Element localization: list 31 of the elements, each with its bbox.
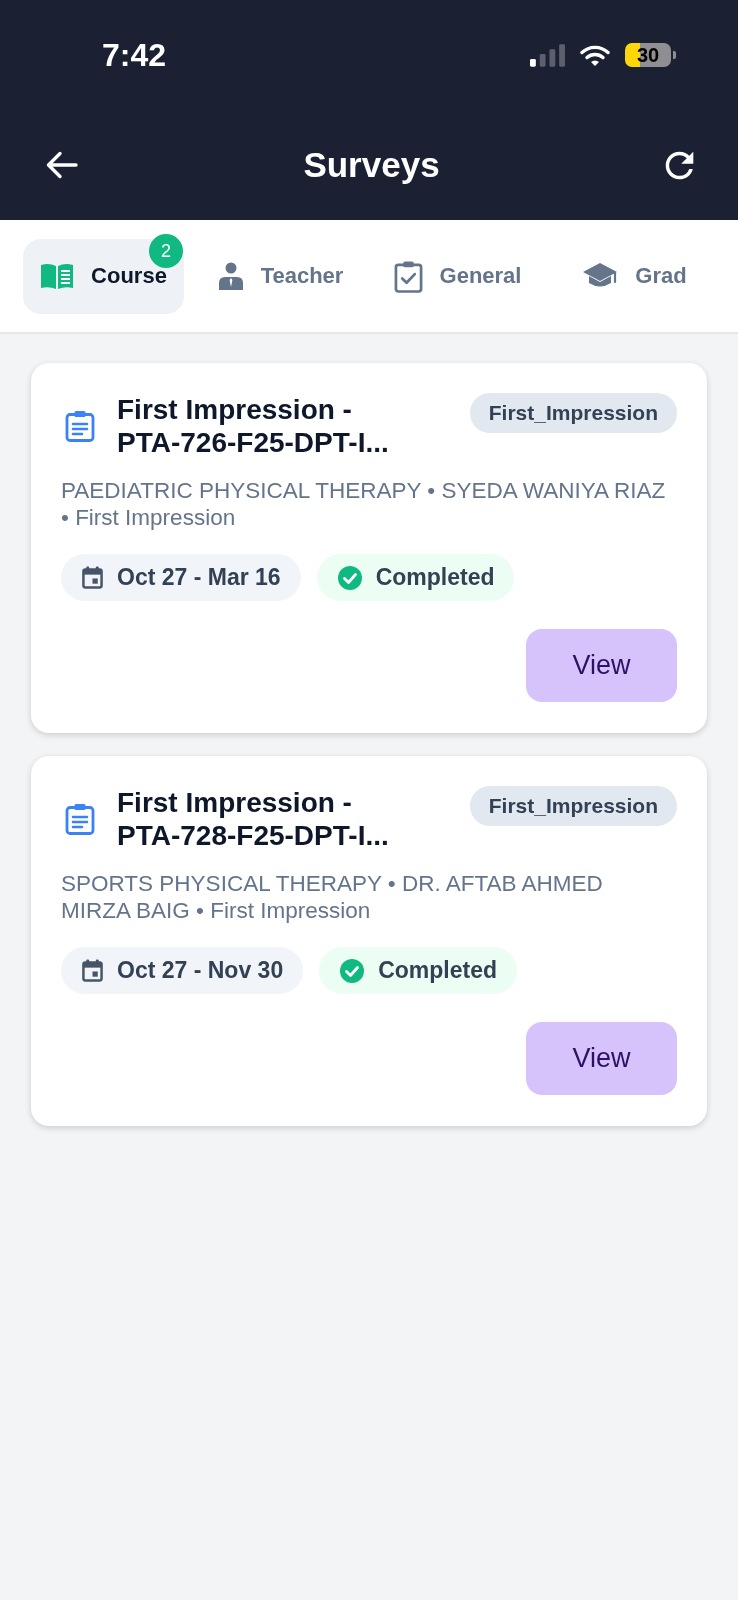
book-icon: [40, 262, 75, 290]
survey-details: PAEDIATRIC PHYSICAL THERAPY • SYEDA WANIYA RIAZ • First Impression: [61, 477, 667, 531]
check-circle-icon: [340, 958, 365, 983]
page-title: Surveys: [303, 145, 440, 185]
survey-title: First Impression - PTA-728-F25-DPT-I...: [117, 786, 390, 852]
status-label: Completed: [375, 564, 495, 591]
view-button[interactable]: View: [526, 1022, 677, 1095]
date-range: Oct 27 - Nov 30: [117, 957, 284, 984]
tab[interactable]: Grad: [554, 238, 715, 314]
date-range: Oct 27 - Mar 16: [117, 564, 281, 591]
clipboard-icon: [65, 410, 95, 442]
status-label: Completed: [378, 957, 498, 984]
person-icon: [217, 262, 244, 290]
refresh-icon[interactable]: [665, 150, 694, 180]
clipboard-check-icon: [393, 259, 423, 293]
back-arrow-icon[interactable]: [46, 151, 78, 179]
view-button[interactable]: View: [526, 629, 677, 702]
check-circle-icon: [337, 565, 362, 590]
category-tag: First_Impression: [469, 786, 677, 826]
survey-details: SPORTS PHYSICAL THERAPY • DR. AFTAB AHMED MIRZA BAIG • First Impression: [61, 870, 604, 924]
calendar-icon: [82, 566, 103, 589]
category-tag: First_Impression: [469, 393, 677, 433]
count-badge: 2: [148, 234, 183, 268]
calendar-icon: [82, 959, 103, 982]
status-time: 7:42: [102, 36, 167, 74]
tab[interactable]: Teacher: [200, 238, 361, 314]
tab[interactable]: General: [377, 238, 538, 314]
wifi-icon: [580, 44, 610, 66]
clipboard-icon: [65, 803, 95, 835]
survey-title: First Impression - PTA-726-F25-DPT-I...: [117, 393, 390, 459]
signal-icon: [530, 43, 565, 67]
